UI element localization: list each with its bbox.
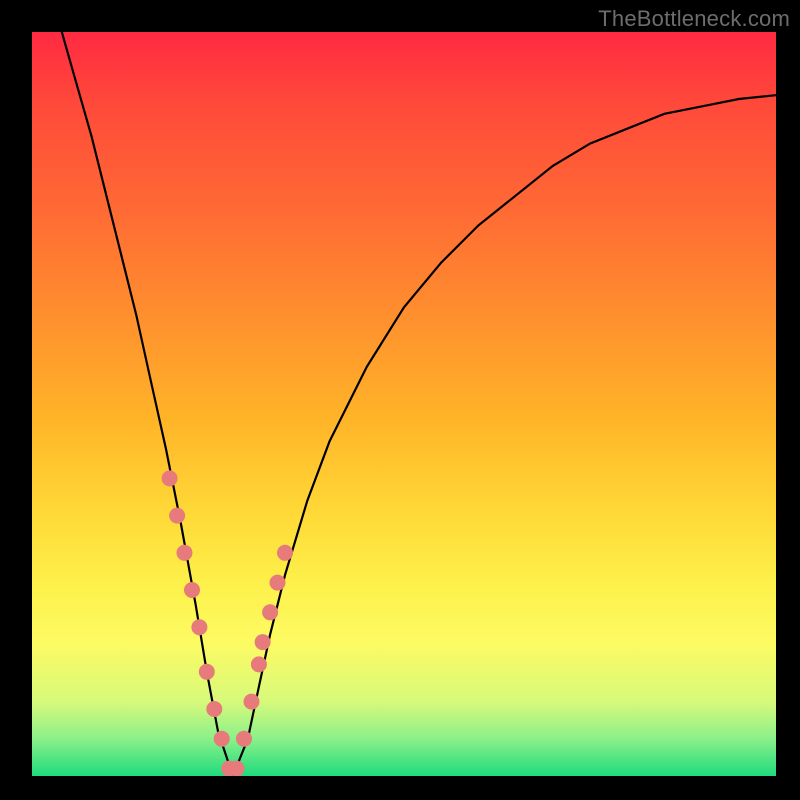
data-marker <box>236 731 252 747</box>
data-marker <box>206 701 222 717</box>
data-marker <box>184 582 200 598</box>
bottleneck-curve <box>62 32 776 776</box>
data-marker <box>277 545 293 561</box>
data-marker <box>191 619 207 635</box>
chart-frame: TheBottleneck.com <box>0 0 800 800</box>
curve-svg <box>32 32 776 776</box>
data-marker <box>229 761 245 776</box>
data-marker <box>255 634 271 650</box>
curve-path <box>62 32 776 776</box>
data-marker <box>199 664 215 680</box>
data-marker <box>214 731 230 747</box>
data-marker <box>262 604 278 620</box>
data-marker <box>251 656 267 672</box>
data-marker <box>162 470 178 486</box>
data-marker <box>169 508 185 524</box>
data-marker <box>270 575 286 591</box>
plot-area <box>32 32 776 776</box>
data-marker <box>244 694 260 710</box>
data-marker <box>177 545 193 561</box>
watermark-text: TheBottleneck.com <box>598 6 790 32</box>
